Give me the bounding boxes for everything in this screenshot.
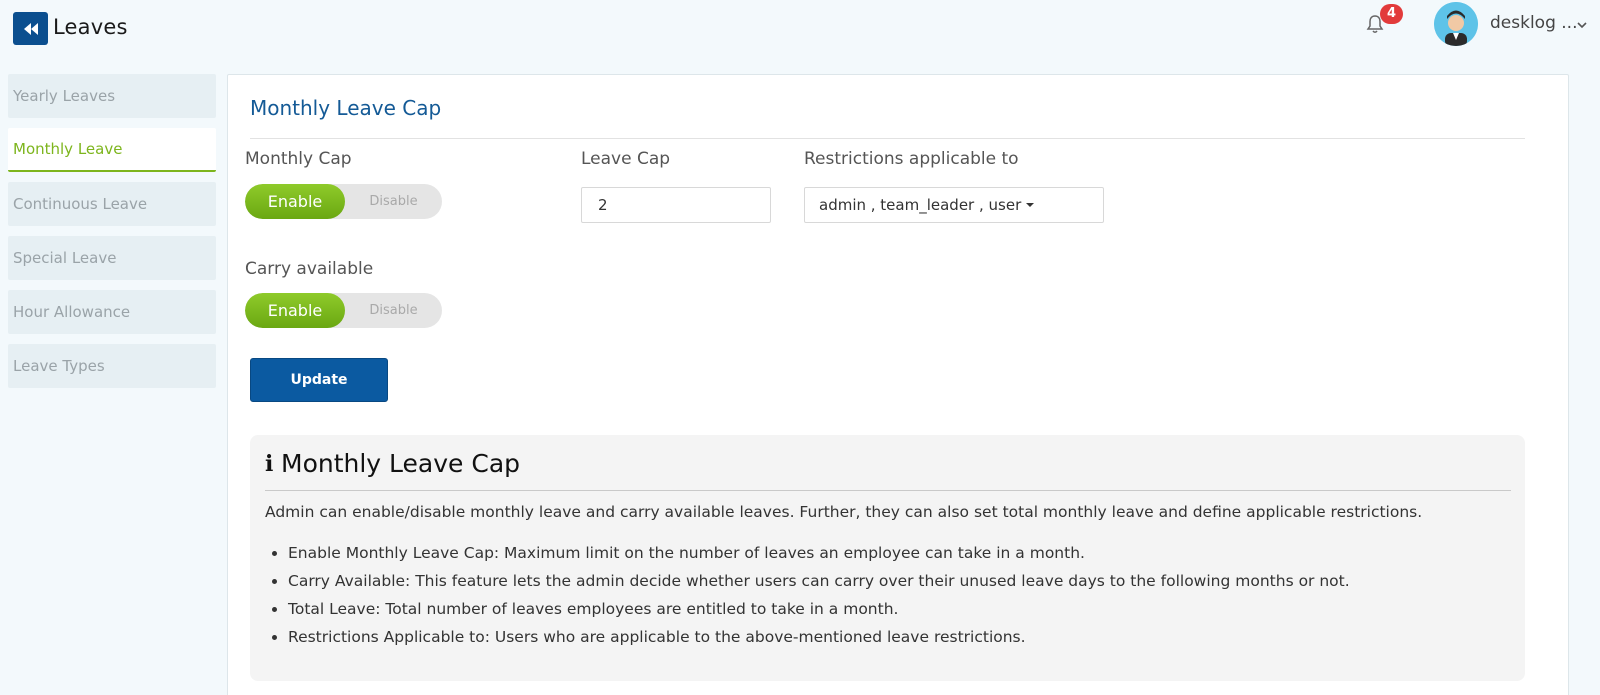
restrictions-label: Restrictions applicable to (804, 149, 1019, 169)
sidebar-item-special-leave[interactable]: Special Leave (8, 236, 216, 280)
main-panel: Monthly Leave Cap Monthly Cap Enable Dis… (227, 74, 1569, 695)
info-heading-text: Monthly Leave Cap (281, 449, 521, 478)
list-item: Carry Available: This feature lets the a… (288, 571, 1350, 599)
monthly-cap-label: Monthly Cap (245, 149, 352, 169)
info-description: Admin can enable/disable monthly leave a… (265, 503, 1423, 521)
carry-available-enable-option[interactable]: Enable (245, 293, 345, 328)
avatar[interactable] (1434, 2, 1478, 46)
info-divider (265, 490, 1511, 491)
top-header: Leaves 4 desklog ... (0, 0, 1600, 62)
sidebar-item-leave-types[interactable]: Leave Types (8, 344, 216, 388)
list-item: Enable Monthly Leave Cap: Maximum limit … (288, 543, 1350, 571)
section-title: Monthly Leave Cap (250, 96, 442, 120)
monthly-cap-disable-option[interactable]: Disable (345, 184, 442, 219)
restrictions-select[interactable]: admin , team_leader , user (804, 187, 1104, 223)
user-avatar-icon (1434, 2, 1478, 46)
info-icon: i (265, 450, 274, 477)
caret-down-icon (1026, 203, 1035, 207)
list-item: Total Leave: Total number of leaves empl… (288, 599, 1350, 627)
restrictions-selected-value: admin , team_leader , user (819, 196, 1022, 214)
chevron-down-icon[interactable] (1576, 20, 1588, 30)
leave-cap-input[interactable]: 2 (581, 187, 771, 223)
info-bullet-list: Enable Monthly Leave Cap: Maximum limit … (288, 543, 1350, 655)
carry-available-disable-option[interactable]: Disable (345, 293, 442, 328)
update-button[interactable]: Update (250, 358, 388, 402)
sidebar-item-hour-allowance[interactable]: Hour Allowance (8, 290, 216, 334)
info-box: i Monthly Leave Cap Admin can enable/dis… (250, 435, 1525, 681)
monthly-cap-enable-option[interactable]: Enable (245, 184, 345, 219)
back-button[interactable] (13, 12, 48, 45)
carry-available-label: Carry available (245, 259, 374, 279)
info-heading: i Monthly Leave Cap (265, 449, 520, 478)
sidebar: Yearly Leaves Monthly Leave Continuous L… (8, 74, 216, 398)
carry-available-toggle[interactable]: Enable Disable (245, 293, 442, 328)
list-item: Restrictions Applicable to: Users who ar… (288, 627, 1350, 655)
sidebar-item-yearly-leaves[interactable]: Yearly Leaves (8, 74, 216, 118)
leave-cap-label: Leave Cap (581, 149, 671, 169)
sidebar-item-monthly-leave[interactable]: Monthly Leave (8, 128, 216, 172)
divider (250, 138, 1525, 139)
sidebar-item-continuous-leave[interactable]: Continuous Leave (8, 182, 216, 226)
monthly-cap-toggle[interactable]: Enable Disable (245, 184, 442, 219)
notification-badge: 4 (1380, 4, 1403, 24)
user-name[interactable]: desklog ... (1490, 13, 1577, 33)
back-double-chevron-icon (23, 22, 38, 35)
page-title: Leaves (53, 15, 128, 39)
